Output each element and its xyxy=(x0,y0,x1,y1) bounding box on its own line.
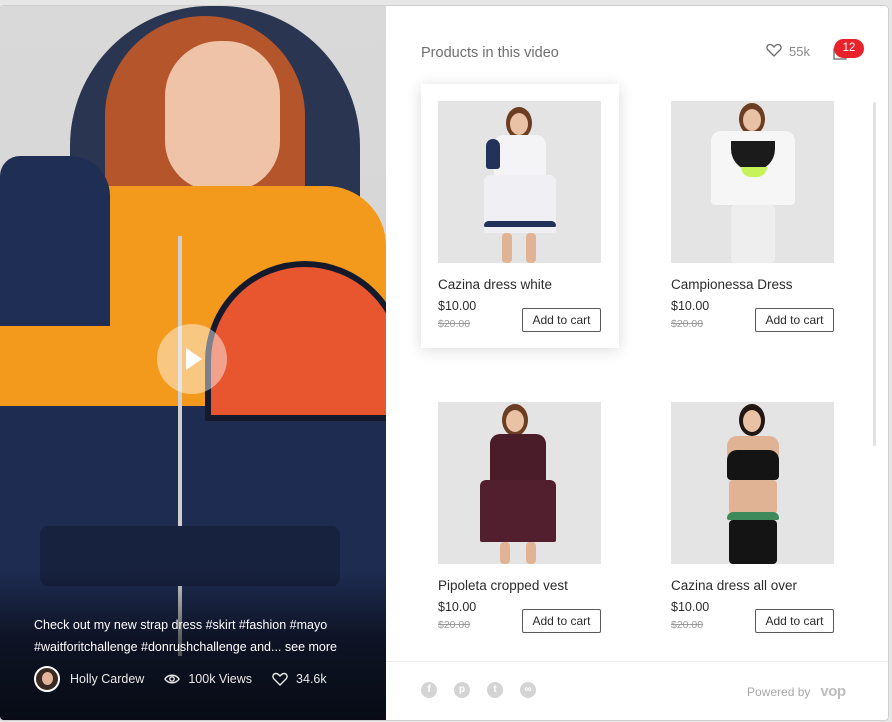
twitter-icon[interactable]: t xyxy=(487,682,503,698)
product-price: $10.00 xyxy=(438,299,477,313)
model-face xyxy=(743,410,761,432)
model-face xyxy=(743,109,761,131)
pants xyxy=(731,205,775,263)
play-button[interactable] xyxy=(157,324,227,394)
link-icon[interactable]: ∞ xyxy=(520,682,536,698)
dress-sleeve xyxy=(486,139,500,169)
brand-logo[interactable]: vop xyxy=(820,683,846,700)
product-price: $10.00 xyxy=(438,600,477,614)
product-old-price: $20.00 xyxy=(438,619,471,631)
pinterest-icon[interactable]: p xyxy=(454,682,470,698)
caption-text: Check out my new strap dress #skirt #fas… xyxy=(34,618,328,654)
avatar[interactable] xyxy=(34,666,60,692)
panel-likes-count: 55k xyxy=(789,44,810,59)
dress-stripe xyxy=(484,221,556,227)
product-old-price: $20.00 xyxy=(671,619,704,631)
video-likes-count: 34.6k xyxy=(296,672,327,686)
facebook-icon[interactable]: f xyxy=(421,682,437,698)
waistband xyxy=(727,512,779,520)
eye-icon xyxy=(164,673,181,685)
add-to-cart-button[interactable]: Add to cart xyxy=(522,308,601,332)
see-more-link[interactable]: see more xyxy=(285,640,337,654)
product-image xyxy=(438,402,601,564)
product-price: $10.00 xyxy=(671,600,710,614)
views-count: 100k Views xyxy=(188,672,253,686)
author-name[interactable]: Holly Cardew xyxy=(70,672,144,686)
heart-outline-icon xyxy=(766,43,782,60)
model-midriff xyxy=(729,480,777,514)
leggings xyxy=(729,520,777,564)
sports-bra xyxy=(727,450,779,480)
products-panel: Products in this video 55k 12 Cazina dre… xyxy=(386,6,888,720)
dress-bodice xyxy=(490,434,546,484)
product-name: Campionessa Dress xyxy=(671,277,793,292)
product-old-price: $20.00 xyxy=(438,318,471,330)
like-button[interactable]: 55k xyxy=(766,43,810,60)
scrollbar[interactable] xyxy=(873,102,876,446)
model-leg xyxy=(502,233,512,263)
powered-by-label: Powered by xyxy=(747,684,811,699)
model-face xyxy=(506,410,524,432)
product-video-modal: Check out my new strap dress #skirt #fas… xyxy=(0,6,888,720)
product-image xyxy=(671,402,834,564)
product-card-campionessa[interactable]: Campionessa Dress $10.00 $20.00 Add to c… xyxy=(654,84,852,348)
product-name: Cazina dress white xyxy=(438,277,553,292)
model-leg xyxy=(500,542,510,564)
product-card-cazina-white[interactable]: Cazina dress white $10.00 $20.00 Add to … xyxy=(421,84,619,348)
product-old-price: $20.00 xyxy=(671,318,704,330)
model-leg xyxy=(526,542,536,564)
jacket-navy-shoulder xyxy=(0,156,110,326)
product-grid: Cazina dress white $10.00 $20.00 Add to … xyxy=(421,84,871,654)
product-image xyxy=(671,101,834,263)
face-shape xyxy=(165,41,280,191)
video-caption: Check out my new strap dress #skirt #fas… xyxy=(34,614,354,658)
model-leg xyxy=(526,233,536,263)
model-face xyxy=(510,113,528,135)
dress-bodice xyxy=(494,135,546,177)
powered-by: Powered by vop xyxy=(747,683,846,700)
heart-icon[interactable] xyxy=(272,672,288,686)
share-icons: f p t ∞ xyxy=(421,682,553,698)
add-to-cart-button[interactable]: Add to cart xyxy=(755,308,834,332)
product-name: Cazina dress all over xyxy=(671,578,798,593)
panel-title: Products in this video xyxy=(421,45,559,61)
add-to-cart-button[interactable]: Add to cart xyxy=(755,609,834,633)
add-to-cart-button[interactable]: Add to cart xyxy=(522,609,601,633)
footer-divider xyxy=(386,661,888,662)
product-card-cazina-allover[interactable]: Cazina dress all over $10.00 $20.00 Add … xyxy=(654,385,852,649)
dress-skirt xyxy=(480,480,556,542)
product-card-pipoleta[interactable]: Pipoleta cropped vest $10.00 $20.00 Add … xyxy=(421,385,619,649)
video-meta: Holly Cardew 100k Views 34.6k xyxy=(34,666,327,692)
product-price: $10.00 xyxy=(671,299,710,313)
cart-count-badge: 12 xyxy=(834,39,864,58)
product-image xyxy=(438,101,601,263)
product-name: Pipoleta cropped vest xyxy=(438,578,568,593)
page: Check out my new strap dress #skirt #fas… xyxy=(0,0,892,722)
video-player[interactable]: Check out my new strap dress #skirt #fas… xyxy=(0,6,386,720)
